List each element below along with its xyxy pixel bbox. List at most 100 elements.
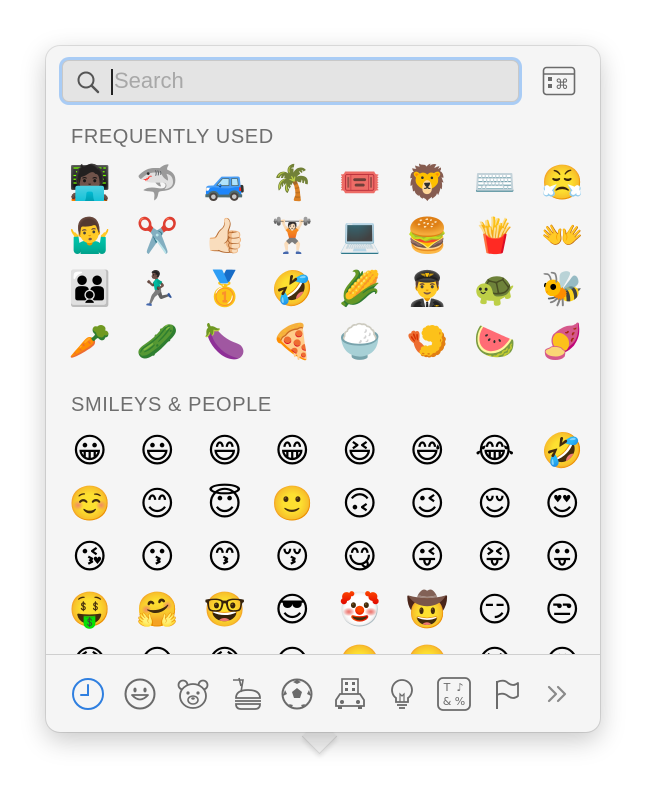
emoji-cell[interactable]: 🏃🏿‍♂️ <box>124 262 192 315</box>
tab-recent[interactable] <box>70 676 106 712</box>
soccer-ball-icon <box>281 678 313 710</box>
burger-drink-icon <box>233 677 261 710</box>
search-input[interactable] <box>114 61 494 101</box>
emoji-cell[interactable]: 😔 <box>124 636 192 655</box>
emoji-cell[interactable]: 🐢 <box>461 262 529 315</box>
emoji-cell[interactable]: 🤠 <box>394 583 462 636</box>
emoji-cell[interactable]: 😙 <box>191 530 259 583</box>
emoji-cell[interactable]: 😟 <box>191 636 259 655</box>
emoji-cell[interactable]: 😃 <box>124 424 192 477</box>
tab-symbols[interactable]: T ♪ & % <box>436 676 472 712</box>
character-viewer-button[interactable]: ⌘ <box>542 66 576 96</box>
emoji-cell[interactable]: ✂️ <box>124 209 192 262</box>
emoji-cell[interactable]: 🍕 <box>259 315 327 368</box>
emoji-cell[interactable]: ☺️ <box>56 477 124 530</box>
emoji-cell[interactable]: 😂 <box>461 424 529 477</box>
emoji-cell[interactable]: 😍 <box>529 477 597 530</box>
emoji-picker-popover: ⌘ FREQUENTLY USED 🧑🏿‍💻🦈🚙🌴🎟️🦁⌨️😤 🤷‍♂️✂️👍🏻🏋… <box>46 46 600 732</box>
category-tab-bar: T ♪ & % <box>46 655 600 732</box>
emoji-cell[interactable]: 🙃 <box>326 477 394 530</box>
emoji-cell[interactable]: 🍉 <box>461 315 529 368</box>
emoji-cell[interactable]: 🥇 <box>191 262 259 315</box>
emoji-scroll-area[interactable]: FREQUENTLY USED 🧑🏿‍💻 🦈 🚙 🌴 🎟️ 🦁 ⌨️ 😤 🤷‍♂️ ✂️ 👍🏻 🏋🏻 💻… <box>46 114 600 654</box>
emoji-cell[interactable]: 😘 <box>56 530 124 583</box>
emoji-cell[interactable]: 🤗 <box>124 583 192 636</box>
emoji-cell[interactable]: 😖 <box>529 636 597 655</box>
symbols-icon: T ♪ & % <box>437 677 471 711</box>
emoji-cell[interactable]: 🥕 <box>56 315 124 368</box>
emoji-cell[interactable]: 😄 <box>191 424 259 477</box>
emoji-cell[interactable]: 🍆 <box>191 315 259 368</box>
svg-text:T: T <box>443 681 451 694</box>
emoji-cell[interactable]: 🌽 <box>326 262 394 315</box>
emoji-cell[interactable]: 🤣 <box>529 424 597 477</box>
svg-text:%: % <box>455 695 465 708</box>
emoji-cell[interactable]: 🌴 <box>259 156 327 209</box>
emoji-cell[interactable]: 🍠 <box>529 315 597 368</box>
emoji-cell[interactable]: 🦈 <box>124 156 192 209</box>
emoji-cell[interactable]: 🍟 <box>461 209 529 262</box>
emoji-cell[interactable]: 👨‍👨‍👦 <box>56 262 124 315</box>
emoji-cell[interactable]: ⌨️ <box>461 156 529 209</box>
tab-more[interactable] <box>540 676 576 712</box>
frequently-used-grid: 🧑🏿‍💻 🦈 🚙 🌴 🎟️ 🦁 ⌨️ 😤 🤷‍♂️ ✂️ 👍🏻 🏋🏻 💻 🍔 🍟 👐 👨‍👨‍👦 🏃🏿‍♂️ 🥇 🤣 🌽… <box>56 156 596 368</box>
emoji-cell[interactable]: 👨‍✈️ <box>394 262 462 315</box>
emoji-cell[interactable]: 😤 <box>529 156 597 209</box>
emoji-cell[interactable]: 🙁 <box>326 636 394 655</box>
emoji-cell[interactable]: 🧑🏿‍💻 <box>56 156 124 209</box>
emoji-cell[interactable]: 🎟️ <box>326 156 394 209</box>
emoji-cell[interactable]: 😉 <box>394 477 462 530</box>
emoji-cell[interactable]: 🚙 <box>191 156 259 209</box>
emoji-cell[interactable]: 😅 <box>394 424 462 477</box>
emoji-cell[interactable]: 💻 <box>326 209 394 262</box>
tab-objects[interactable] <box>384 676 420 712</box>
emoji-cell[interactable]: 😆 <box>326 424 394 477</box>
emoji-cell[interactable]: 🦁 <box>394 156 462 209</box>
emoji-cell[interactable]: 🥒 <box>124 315 192 368</box>
lightbulb-icon <box>391 679 413 709</box>
search-field[interactable] <box>62 60 519 102</box>
character-viewer-icon: ⌘ <box>542 66 576 96</box>
emoji-cell[interactable]: 😋 <box>326 530 394 583</box>
emoji-cell[interactable]: 😌 <box>461 477 529 530</box>
tab-travel-places[interactable] <box>332 676 368 712</box>
emoji-cell[interactable]: 🏋🏻 <box>259 209 327 262</box>
emoji-cell[interactable]: 😚 <box>259 530 327 583</box>
emoji-cell[interactable]: 🙂 <box>259 477 327 530</box>
smileys-people-grid: 😀😃😄😁😆😅😂🤣 ☺️😊😇🙂🙃😉😌😍 😘😗😙😚😋😜😝😛 🤑🤗🤓😎🤡🤠😏😒 😞😔😟😕🙁☹️… <box>56 424 597 655</box>
emoji-cell[interactable]: 🤣 <box>259 262 327 315</box>
building-car-icon <box>335 678 365 709</box>
emoji-cell[interactable]: 😊 <box>124 477 192 530</box>
emoji-cell[interactable]: 🤡 <box>326 583 394 636</box>
emoji-cell[interactable]: 😕 <box>259 636 327 655</box>
emoji-cell[interactable]: 😀 <box>56 424 124 477</box>
emoji-cell[interactable]: 😜 <box>394 530 462 583</box>
emoji-cell[interactable]: 🐝 <box>529 262 597 315</box>
emoji-cell[interactable]: 😇 <box>191 477 259 530</box>
tab-smileys-people[interactable] <box>122 676 158 712</box>
tab-food-drink[interactable] <box>227 676 263 712</box>
emoji-cell[interactable]: 😞 <box>56 636 124 655</box>
emoji-cell[interactable]: 😗 <box>124 530 192 583</box>
emoji-cell[interactable]: 🍤 <box>394 315 462 368</box>
emoji-cell[interactable]: 👐 <box>529 209 597 262</box>
emoji-cell[interactable]: 🤓 <box>191 583 259 636</box>
emoji-cell[interactable]: 😏 <box>461 583 529 636</box>
emoji-cell[interactable]: 😛 <box>529 530 597 583</box>
tab-activity[interactable] <box>279 676 315 712</box>
emoji-cell[interactable]: 😒 <box>529 583 597 636</box>
emoji-cell[interactable]: 👍🏻 <box>191 209 259 262</box>
emoji-cell[interactable]: 😣 <box>461 636 529 655</box>
tab-animals-nature[interactable] <box>175 676 211 712</box>
emoji-cell[interactable]: 😁 <box>259 424 327 477</box>
emoji-cell[interactable]: 😝 <box>461 530 529 583</box>
emoji-cell[interactable]: 🤷‍♂️ <box>56 209 124 262</box>
emoji-cell[interactable]: 🤑 <box>56 583 124 636</box>
emoji-cell[interactable]: 😎 <box>259 583 327 636</box>
emoji-cell[interactable]: 🍚 <box>326 315 394 368</box>
emoji-cell[interactable]: ☹️ <box>394 636 462 655</box>
tab-flags[interactable] <box>488 676 524 712</box>
section-title-frequently-used: FREQUENTLY USED <box>71 126 274 148</box>
emoji-cell[interactable]: 🍔 <box>394 209 462 262</box>
svg-text:&: & <box>443 695 452 708</box>
